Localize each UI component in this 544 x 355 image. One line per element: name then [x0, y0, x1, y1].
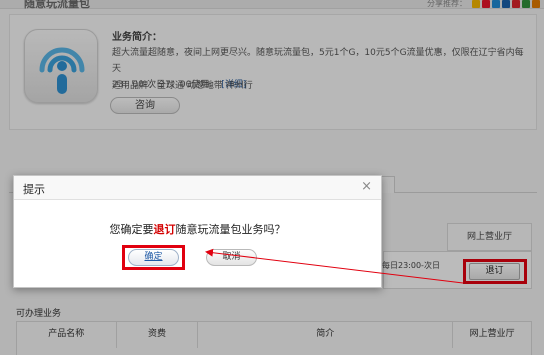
dialog-message: 您确定要退订随意玩流量包业务吗？ — [14, 221, 381, 237]
dialog-title: 提示 — [23, 183, 45, 196]
message-accent: 退订 — [153, 223, 176, 236]
dialog-header: 提示 × — [14, 176, 381, 200]
message-before: 您确定要 — [109, 223, 154, 236]
message-after: 随意玩流量包业务吗？ — [175, 223, 286, 236]
close-icon[interactable]: × — [361, 180, 372, 193]
cancel-button[interactable]: 取消 — [206, 249, 257, 266]
confirm-dialog: 提示 × 您确定要退订随意玩流量包业务吗？ 确定 取消 — [13, 175, 382, 288]
confirm-button[interactable]: 确定 — [128, 249, 179, 266]
